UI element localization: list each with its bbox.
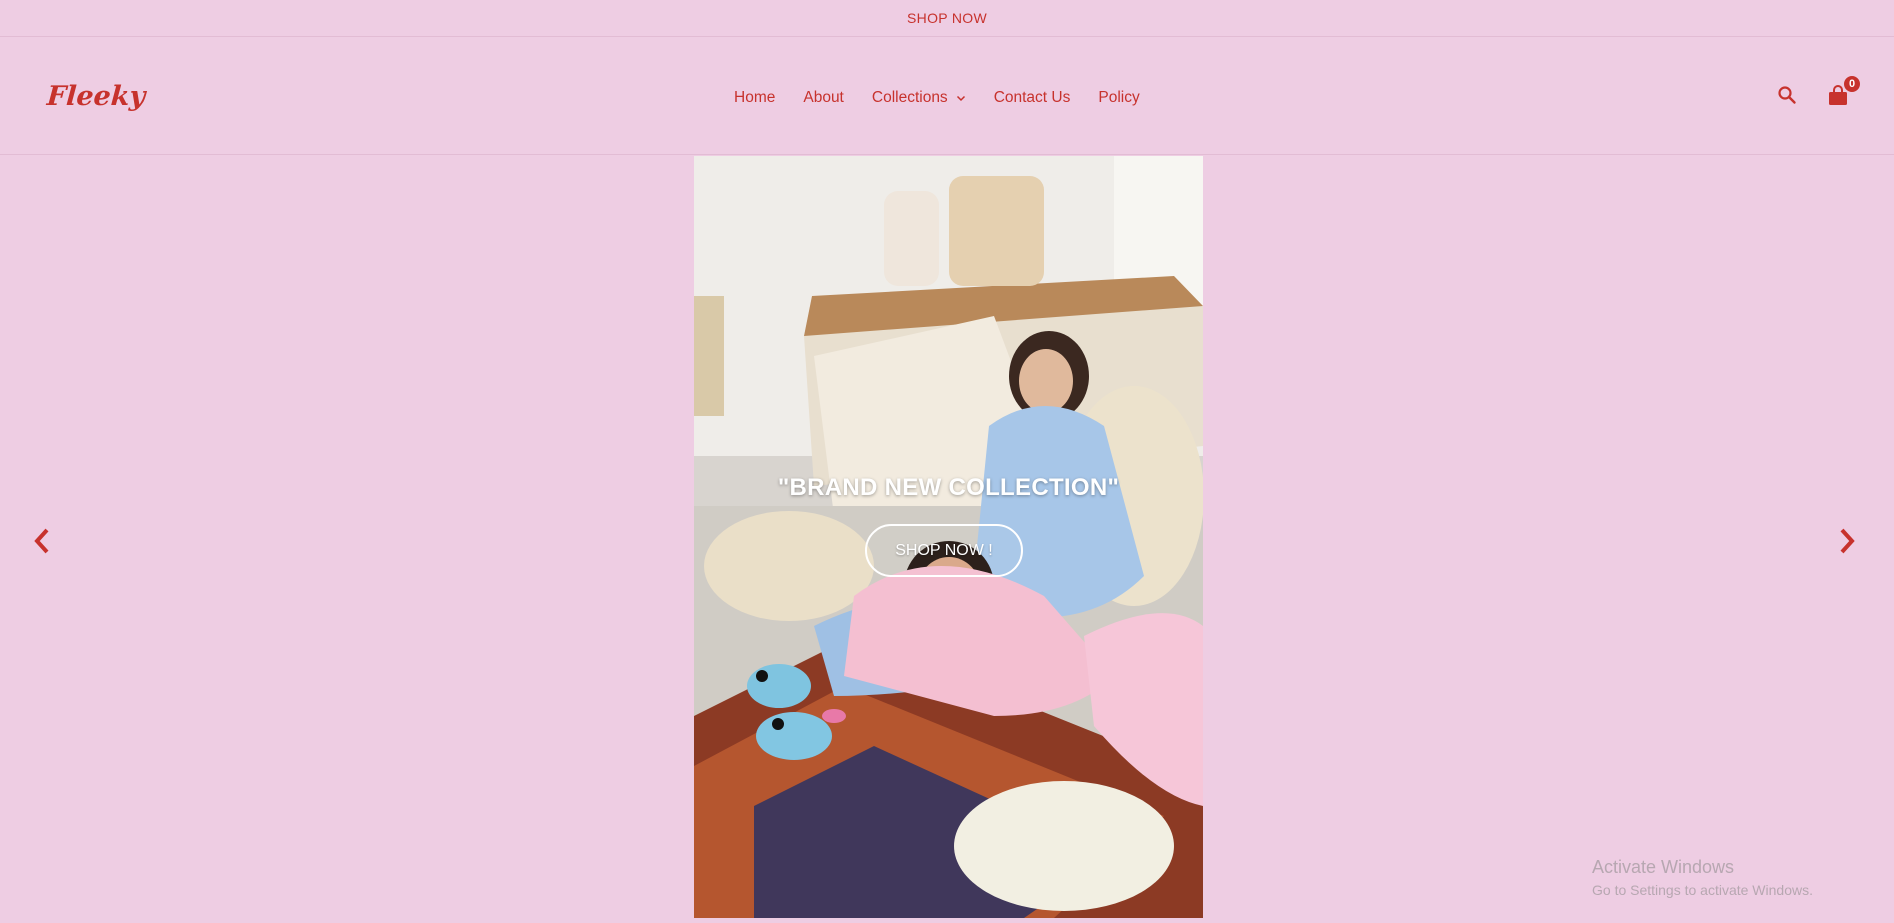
nav-home-label: Home	[734, 89, 776, 106]
windows-activation-watermark: Activate Windows Go to Settings to activ…	[1592, 857, 1813, 898]
announcement-bar: SHOP NOW	[0, 0, 1894, 37]
nav-about[interactable]: About	[803, 89, 844, 107]
hero-slide: "BRAND NEW COLLECTION" SHOP NOW !	[694, 156, 1203, 918]
announcement-shop-now-link[interactable]: SHOP NOW	[907, 10, 987, 26]
nav-contact-label: Contact Us	[993, 89, 1071, 106]
search-icon[interactable]	[1777, 85, 1797, 105]
watermark-title: Activate Windows	[1592, 857, 1735, 877]
hero-shop-now-button[interactable]: SHOP NOW !	[865, 524, 1023, 577]
nav-home[interactable]: Home	[734, 89, 775, 107]
nav-about-label: About	[803, 89, 844, 106]
nav-contact[interactable]: Contact Us	[994, 89, 1071, 107]
chevron-down-icon	[956, 95, 965, 102]
nav-collections[interactable]: Collections	[872, 89, 966, 107]
site-logo[interactable]: Fleeky	[46, 81, 146, 112]
chevron-right-icon	[1840, 528, 1855, 554]
nav-collections-label: Collections	[871, 89, 948, 106]
slider-prev-button[interactable]	[31, 526, 53, 556]
watermark-subtitle: Go to Settings to activate Windows.	[1592, 882, 1813, 898]
slider-next-button[interactable]	[1836, 526, 1858, 556]
nav-policy-label: Policy	[1098, 89, 1140, 106]
hero-title: "BRAND NEW COLLECTION"	[777, 474, 1120, 501]
nav-policy[interactable]: Policy	[1098, 89, 1139, 107]
cart-count-badge: 0	[1843, 75, 1861, 93]
main-nav: Home About Collections Contact Us Policy	[734, 89, 1168, 107]
chevron-left-icon	[34, 528, 49, 554]
site-header: Fleeky Home About Collections Contact Us…	[0, 37, 1894, 155]
